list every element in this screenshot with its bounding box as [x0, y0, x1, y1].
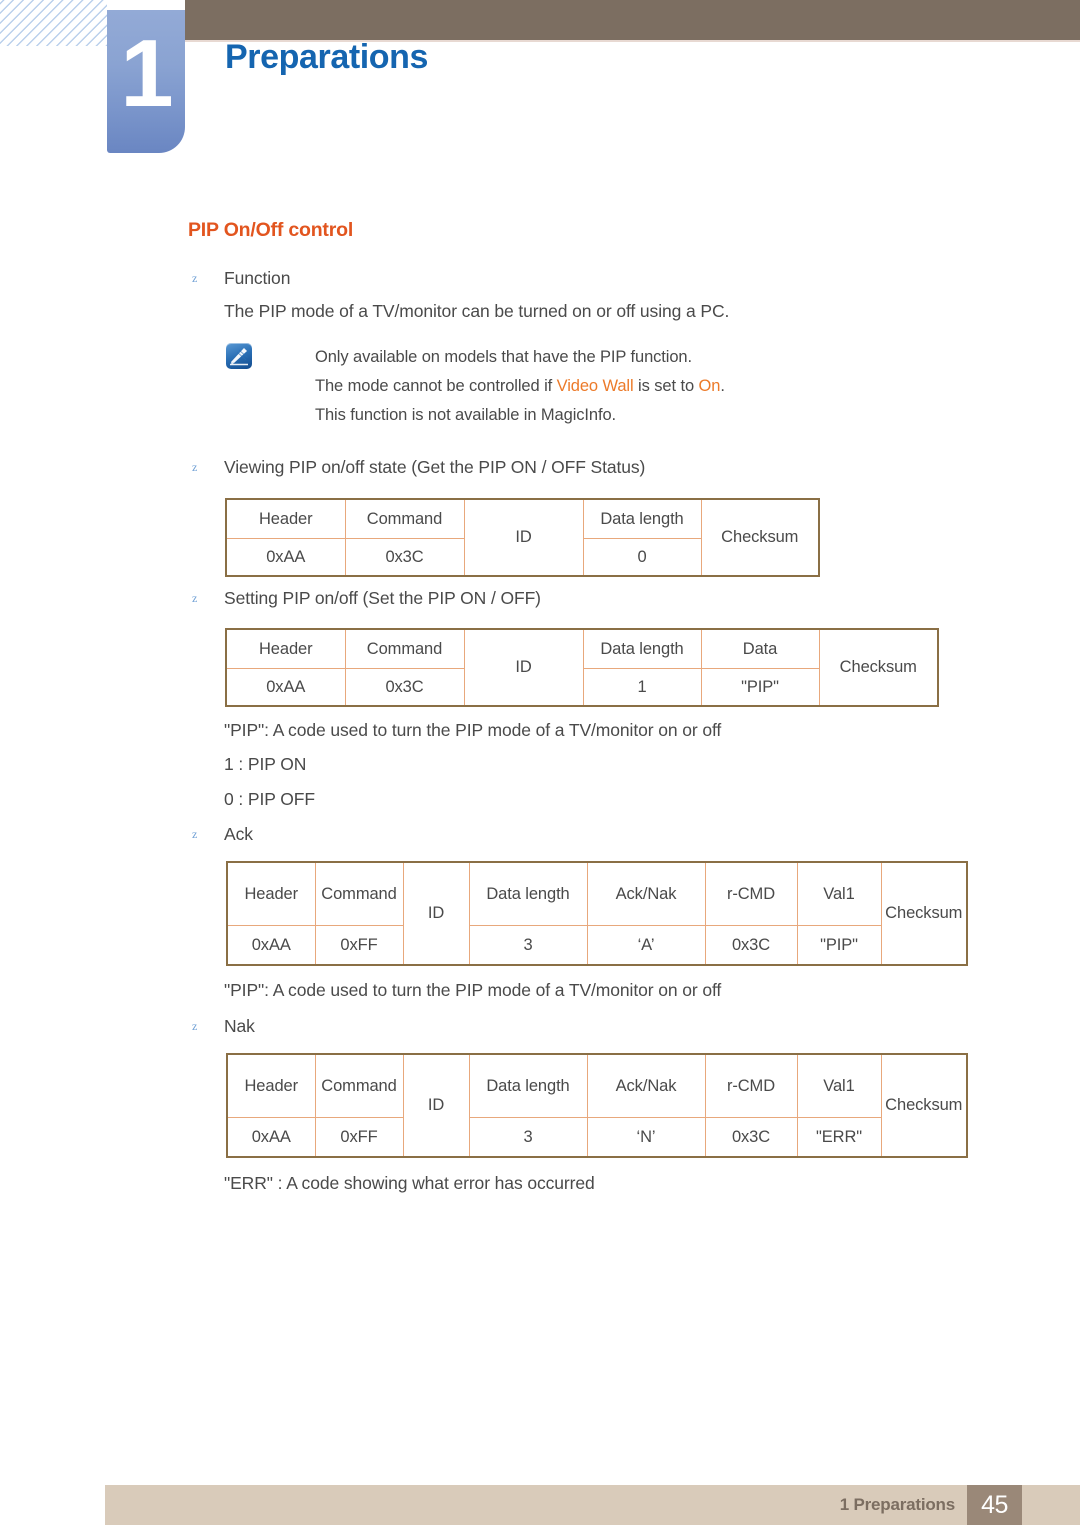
- cell-header-checksum: Checksum: [880, 1053, 968, 1158]
- pip-code-description-2: "PIP": A code used to turn the PIP mode …: [224, 980, 722, 1000]
- note-line-2-part-b: is set to: [633, 377, 699, 395]
- cell-header-id: ID: [402, 861, 470, 966]
- table-set-pip-onoff: Header Command ID Data length Data Check…: [225, 628, 939, 707]
- table-row: Header Command ID Data length Data Check…: [225, 628, 939, 707]
- table-get-pip-status: Header Command ID Data length Checksum 0…: [225, 498, 820, 577]
- cell-header-command: Command: [314, 1053, 404, 1118]
- bullet-ack: z Ack: [188, 822, 253, 846]
- cell-header-val1: Val1: [796, 861, 882, 926]
- cell-header-id: ID: [402, 1053, 470, 1158]
- note-line-2-part-a: The mode cannot be controlled if: [315, 377, 557, 395]
- function-description: The PIP mode of a TV/monitor can be turn…: [224, 301, 730, 321]
- page-title: Preparations: [225, 38, 429, 76]
- cell-value-r-cmd: 0x3C: [704, 1117, 798, 1158]
- chapter-number: 1: [120, 20, 173, 127]
- cell-value-val1: "PIP": [796, 925, 882, 966]
- cell-value-data-length: 0: [582, 538, 702, 577]
- cell-header-ack-nak: Ack/Nak: [586, 861, 706, 926]
- cell-value-command: 0xFF: [314, 1117, 404, 1158]
- note-line-1: Only available on models that have the P…: [315, 348, 692, 366]
- table-nak: Header Command ID Data length Ack/Nak r-…: [226, 1053, 968, 1158]
- cell-value-data-length: 3: [468, 925, 588, 966]
- bullet-label-nak: Nak: [224, 1016, 255, 1036]
- cell-value-r-cmd: 0x3C: [704, 925, 798, 966]
- bullet-glyph-icon: z: [192, 1019, 198, 1033]
- err-code-description: "ERR" : A code showing what error has oc…: [224, 1173, 595, 1193]
- bullet-viewing-state: z Viewing PIP on/off state (Get the PIP …: [188, 455, 645, 479]
- note-line-2: The mode cannot be controlled if Video W…: [315, 372, 725, 401]
- cell-header-data: Data: [700, 628, 820, 669]
- note-pen-icon: [226, 343, 252, 369]
- decorative-hatch-pattern: [0, 0, 107, 46]
- bullet-setting-onoff: z Setting PIP on/off (Set the PIP ON / O…: [188, 586, 541, 610]
- cell-value-command: 0xFF: [314, 925, 404, 966]
- cell-header-id: ID: [463, 628, 584, 707]
- note-line-2-part-c: .: [720, 377, 725, 395]
- cell-value-val1: "ERR": [796, 1117, 882, 1158]
- cell-value-ack-nak: ‘N’: [586, 1117, 706, 1158]
- cell-value-data-length: 1: [582, 668, 702, 707]
- cell-header-command: Command: [344, 628, 465, 669]
- cell-value-ack-nak: ‘A’: [586, 925, 706, 966]
- cell-header-checksum: Checksum: [818, 628, 939, 707]
- cell-header-header: Header: [225, 498, 346, 539]
- note-block: Only available on models that have the P…: [226, 343, 725, 430]
- table-row: 0xAA 0xFF 3 ‘A’ 0x3C "PIP": [226, 925, 967, 966]
- cell-header-id: ID: [463, 498, 584, 577]
- cell-header-data-length: Data length: [468, 1053, 588, 1118]
- note-highlight-video-wall: Video Wall: [556, 377, 634, 395]
- bullet-label-setting: Setting PIP on/off (Set the PIP ON / OFF…: [224, 588, 541, 608]
- cell-header-data-length: Data length: [582, 628, 702, 669]
- cell-header-header: Header: [225, 628, 346, 669]
- bullet-label-ack: Ack: [224, 824, 253, 844]
- table-row: Header Command ID Data length Ack/Nak r-…: [226, 861, 968, 966]
- cell-value-header: 0xAA: [225, 668, 346, 707]
- table-row: Header Command ID Data length Checksum: [225, 498, 820, 577]
- footer-page-number: 45: [981, 1491, 1008, 1519]
- pip-code-description-1: "PIP": A code used to turn the PIP mode …: [224, 720, 722, 740]
- note-highlight-on: On: [698, 377, 721, 395]
- cell-header-data-length: Data length: [582, 498, 702, 539]
- cell-value-command: 0x3C: [344, 538, 465, 577]
- bullet-nak: z Nak: [188, 1014, 255, 1038]
- cell-value-header: 0xAA: [226, 1117, 316, 1158]
- cell-header-checksum: Checksum: [700, 498, 820, 577]
- pip-off-value: 0 : PIP OFF: [224, 789, 315, 809]
- bullet-glyph-icon: z: [192, 271, 198, 285]
- pip-on-value: 1 : PIP ON: [224, 754, 307, 774]
- bullet-glyph-icon: z: [192, 460, 198, 474]
- table-row: 0xAA 0xFF 3 ‘N’ 0x3C "ERR": [226, 1117, 967, 1158]
- bullet-label-viewing: Viewing PIP on/off state (Get the PIP ON…: [224, 457, 646, 477]
- cell-header-header: Header: [226, 861, 316, 926]
- bullet-function: z Function: [188, 266, 290, 290]
- bullet-glyph-icon: z: [192, 591, 198, 605]
- cell-header-checksum: Checksum: [880, 861, 968, 966]
- cell-value-data-length: 3: [468, 1117, 588, 1158]
- header-bar: [185, 0, 1080, 40]
- table-row: Header Command ID Data length Ack/Nak r-…: [226, 1053, 968, 1158]
- cell-header-r-cmd: r-CMD: [704, 1053, 798, 1118]
- footer-chapter-label: 1 Preparations: [839, 1495, 956, 1514]
- cell-header-data-length: Data length: [468, 861, 588, 926]
- bullet-label-function: Function: [224, 268, 291, 288]
- cell-value-data: "PIP": [700, 668, 820, 707]
- note-line-3: This function is not available in MagicI…: [315, 406, 617, 424]
- cell-header-command: Command: [344, 498, 465, 539]
- cell-header-header: Header: [226, 1053, 316, 1118]
- cell-value-command: 0x3C: [344, 668, 465, 707]
- bullet-glyph-icon: z: [192, 827, 198, 841]
- cell-header-val1: Val1: [796, 1053, 882, 1118]
- section-title: PIP On/Off control: [188, 219, 354, 241]
- note-text-block: Only available on models that have the P…: [315, 343, 725, 430]
- cell-header-r-cmd: r-CMD: [704, 861, 798, 926]
- cell-value-header: 0xAA: [226, 925, 316, 966]
- cell-header-ack-nak: Ack/Nak: [586, 1053, 706, 1118]
- cell-header-command: Command: [314, 861, 404, 926]
- cell-value-header: 0xAA: [225, 538, 346, 577]
- table-ack: Header Command ID Data length Ack/Nak r-…: [226, 861, 968, 966]
